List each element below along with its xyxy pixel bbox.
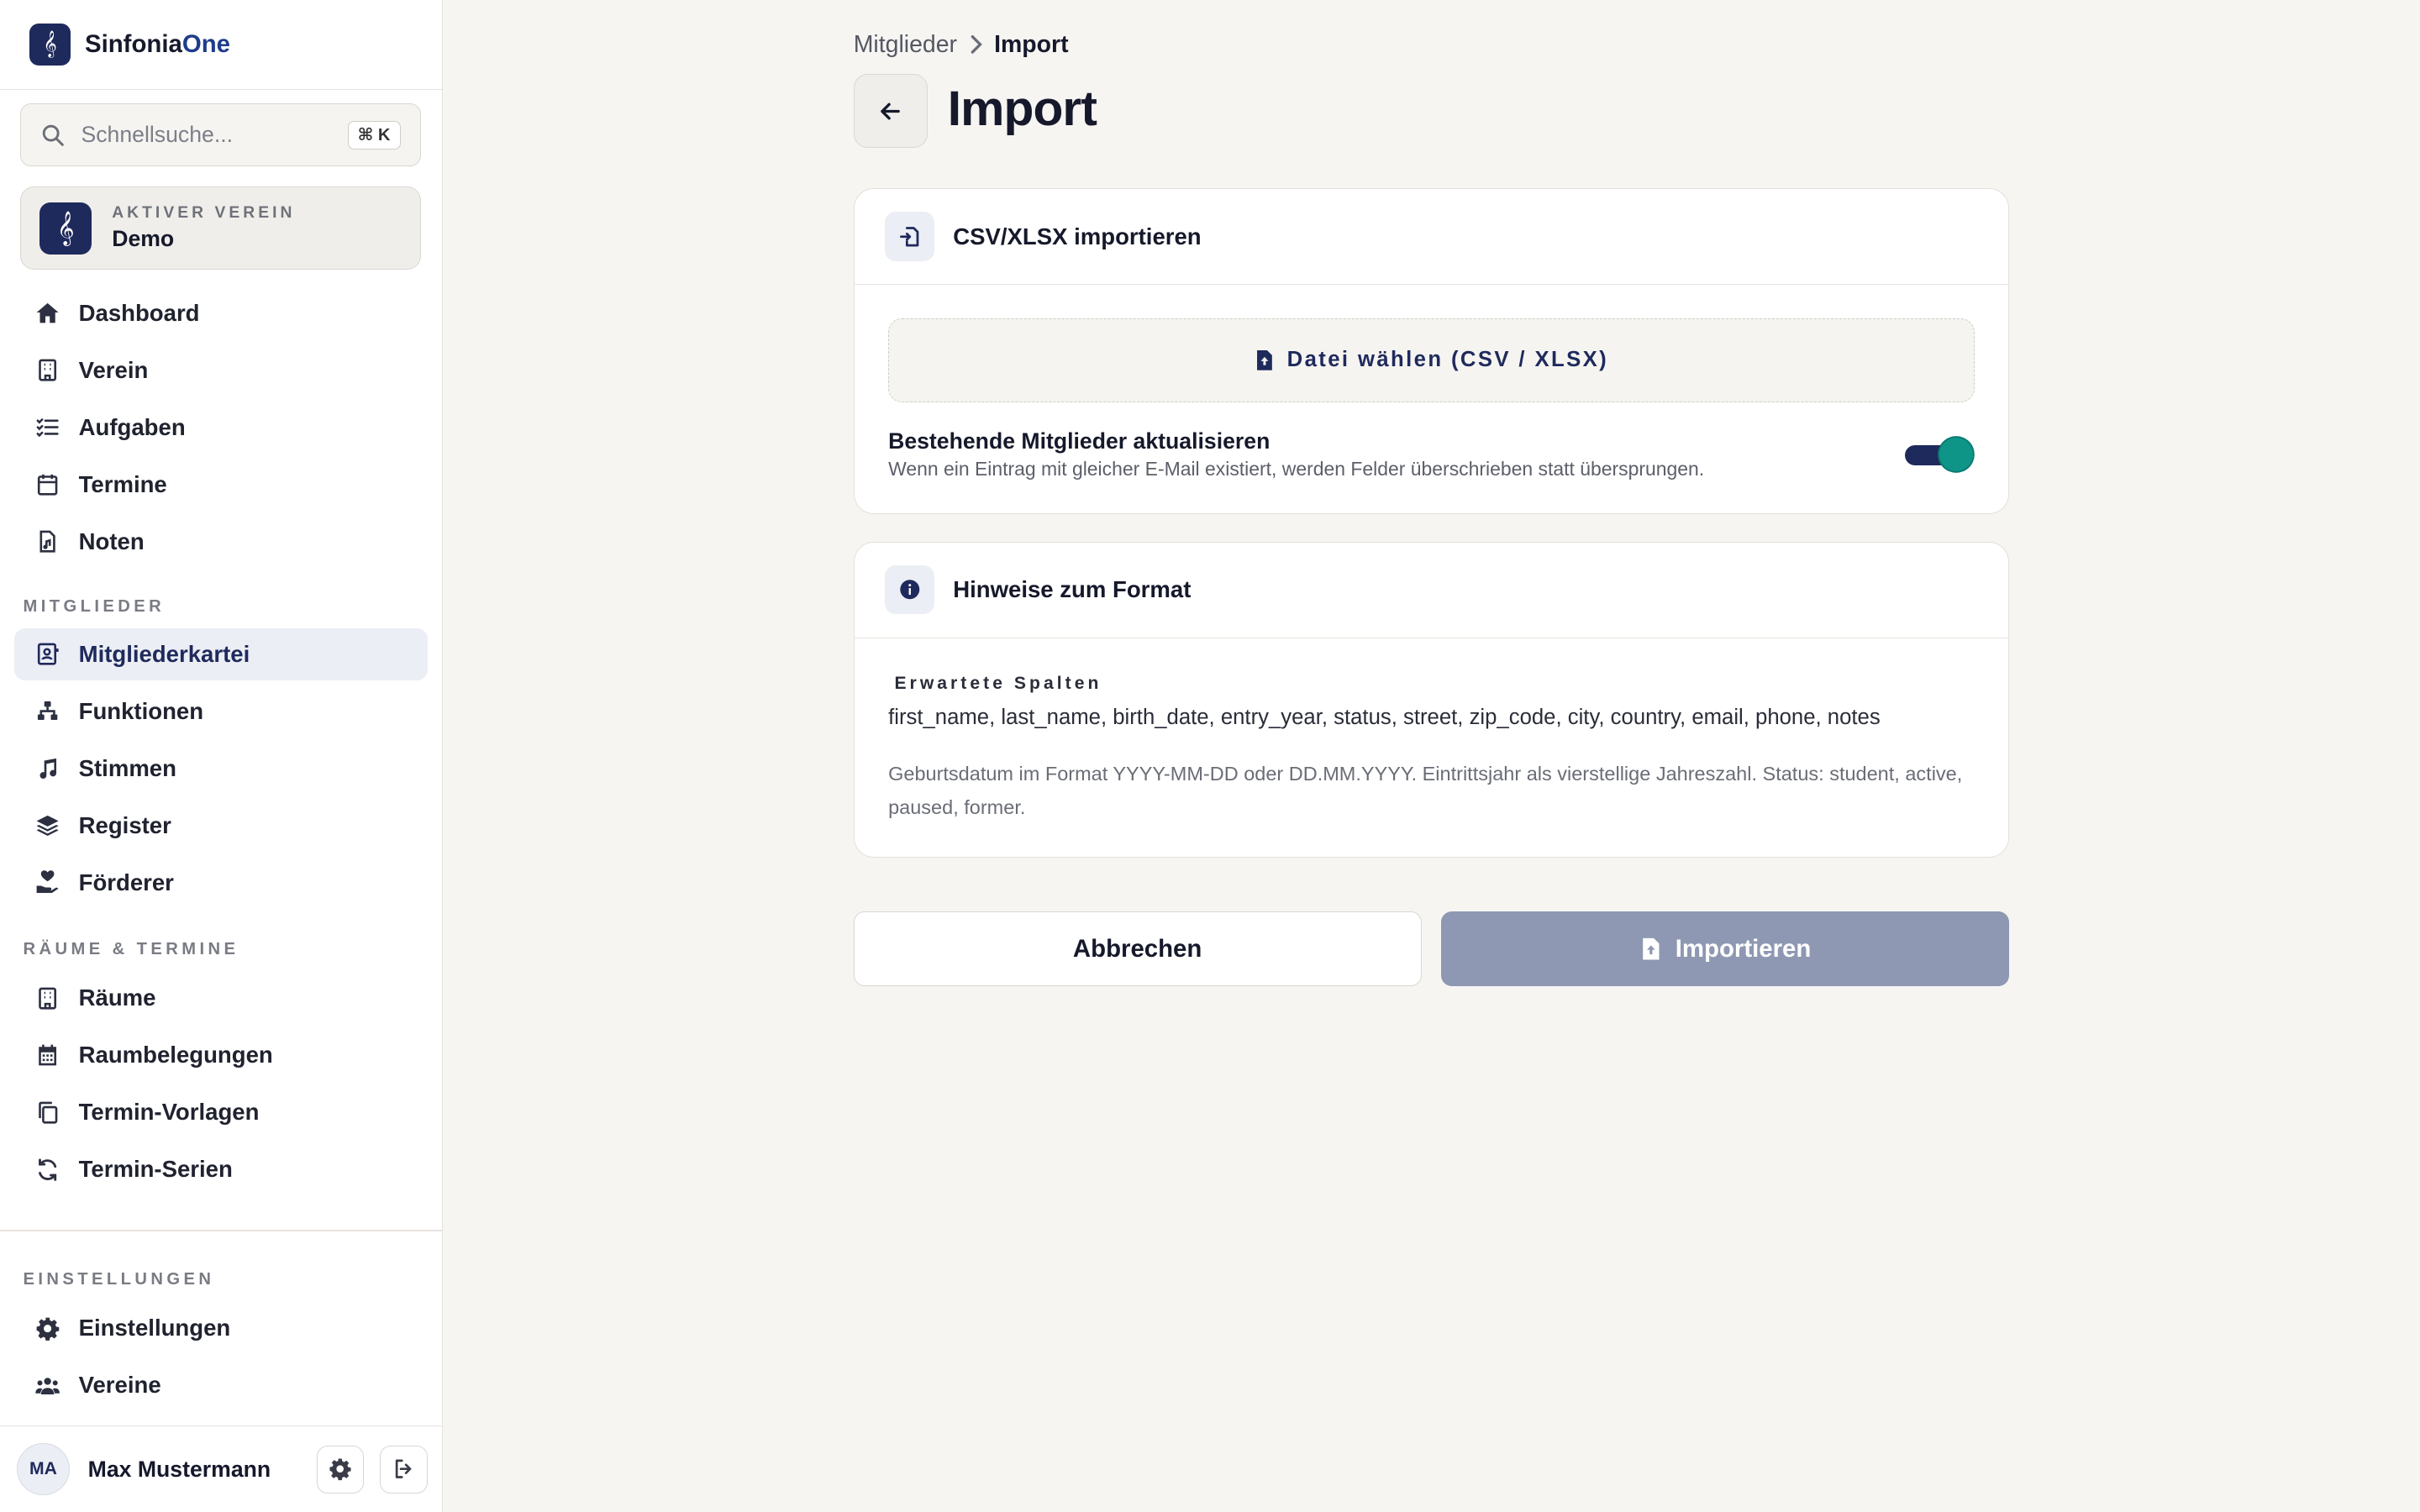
section-label-members: MITGLIEDER [23, 596, 166, 616]
copy-icon [33, 1097, 64, 1128]
expected-columns-list: first_name, last_name, birth_date, entry… [888, 706, 1881, 730]
logout-icon [395, 1459, 411, 1479]
page-title: Import [947, 81, 1097, 136]
update-existing-toggle[interactable] [1905, 436, 1975, 472]
user-footer: MA Max Mustermann [0, 1425, 444, 1512]
layers-icon [33, 810, 64, 841]
file-import-icon [885, 212, 935, 261]
building-icon [33, 983, 64, 1014]
sidebar-item-einstellungen[interactable]: Einstellungen [14, 1302, 428, 1354]
section-label-settings: EINSTELLUNGEN [23, 1269, 215, 1289]
sidebar-item-dashboard[interactable]: Dashboard [14, 287, 428, 339]
sidebar-item-raumbelegungen[interactable]: Raumbelegungen [14, 1029, 428, 1081]
avatar[interactable]: MA [17, 1442, 70, 1496]
back-button[interactable] [853, 74, 928, 149]
sidebar: 𝄞 SinfoniaOne Schnellsuche... ⌘ K 𝄞 AKTI… [0, 0, 444, 1512]
breadcrumb-current: Import [994, 30, 1069, 58]
import-card-header: CSV/XLSX importieren [854, 189, 2009, 285]
sidebar-item-verein[interactable]: Verein [14, 344, 428, 396]
import-button-label: Importieren [1675, 934, 1812, 963]
active-club-switcher[interactable]: 𝄞 AKTIVER VEREIN Demo [19, 186, 422, 270]
import-button[interactable]: Importieren [1441, 911, 2010, 986]
import-card-title: CSV/XLSX importieren [953, 223, 1202, 249]
update-existing-description: Wenn ein Eintrag mit gleicher E-Mail exi… [888, 457, 1705, 480]
list-check-icon [33, 412, 64, 443]
format-hints-title: Hinweise zum Format [953, 576, 1192, 603]
gear-icon [33, 1313, 64, 1344]
section-label-rooms: RÄUME & TERMINE [23, 939, 239, 958]
sidebar-item-noten[interactable]: Noten [14, 515, 428, 567]
sidebar-item-vereine[interactable]: Vereine [14, 1359, 428, 1411]
music-note-icon [33, 753, 64, 784]
gear-icon [329, 1458, 351, 1481]
breadcrumb-members-link[interactable]: Mitglieder [854, 31, 957, 59]
search-shortcut-badge: ⌘ K [347, 120, 401, 150]
active-club-name: Demo [112, 226, 175, 252]
org-chart-icon [33, 696, 64, 727]
sidebar-item-termin-serien[interactable]: Termin-Serien [14, 1143, 428, 1195]
quick-search-input[interactable]: Schnellsuche... ⌘ K [19, 103, 422, 167]
sidebar-item-aufgaben[interactable]: Aufgaben [14, 402, 428, 454]
hand-heart-icon [33, 867, 64, 898]
app-logo: 𝄞 [29, 23, 71, 66]
format-hints-header: Hinweise zum Format [854, 543, 2009, 638]
sidebar-item-mitgliederkartei[interactable]: Mitgliederkartei [13, 627, 428, 680]
calendar-grid-icon [33, 1040, 64, 1071]
cancel-button[interactable]: Abbrechen [853, 911, 1422, 986]
active-club-label: AKTIVER VEREIN [112, 204, 296, 223]
calendar-icon [33, 469, 64, 500]
sidebar-divider [0, 1229, 444, 1231]
logout-button[interactable] [379, 1445, 428, 1494]
expected-columns-label: Erwartete Spalten [894, 673, 1102, 693]
brand-header: 𝄞 SinfoniaOne [0, 0, 443, 90]
sidebar-item-funktionen[interactable]: Funktionen [14, 685, 428, 737]
breadcrumb: Mitglieder Import [854, 31, 1069, 59]
building-icon [33, 354, 64, 386]
sidebar-item-termine[interactable]: Termine [14, 458, 428, 510]
brand-name: SinfoniaOne [84, 29, 230, 58]
info-icon [885, 564, 935, 615]
format-notes: Geburtsdatum im Format YYYY-MM-DD oder D… [888, 762, 1963, 819]
user-settings-button[interactable] [316, 1445, 365, 1494]
sheet-music-file-icon [33, 526, 64, 557]
file-choose-label: Datei wählen (CSV / XLSX) [1286, 348, 1609, 372]
import-card: CSV/XLSX importieren Datei wählen (CSV /… [853, 188, 2010, 514]
file-upload-icon [1257, 350, 1272, 370]
search-icon [42, 124, 64, 146]
club-logo: 𝄞 [39, 202, 92, 255]
sidebar-item-raeume[interactable]: Räume [14, 972, 428, 1024]
update-existing-label: Bestehende Mitglieder aktualisieren [888, 428, 1270, 454]
chevron-right-icon [966, 34, 985, 55]
sidebar-item-stimmen[interactable]: Stimmen [14, 742, 428, 794]
file-upload-icon [1642, 937, 1659, 960]
arrow-left-icon [881, 102, 901, 120]
toggle-knob [1939, 437, 1974, 472]
refresh-icon [33, 1154, 64, 1185]
sidebar-item-foerderer[interactable]: Förderer [14, 856, 428, 908]
home-icon [33, 297, 64, 328]
sidebar-item-register[interactable]: Register [14, 799, 428, 851]
search-placeholder: Schnellsuche... [81, 122, 234, 148]
users-icon [33, 1370, 64, 1401]
sidebar-item-termin-vorlagen[interactable]: Termin-Vorlagen [14, 1086, 428, 1138]
id-card-icon [33, 638, 64, 669]
format-hints-card: Hinweise zum Format Erwartete Spalten fi… [853, 541, 2010, 858]
user-name: Max Mustermann [87, 1456, 271, 1482]
file-choose-button[interactable]: Datei wählen (CSV / XLSX) [888, 318, 1975, 402]
